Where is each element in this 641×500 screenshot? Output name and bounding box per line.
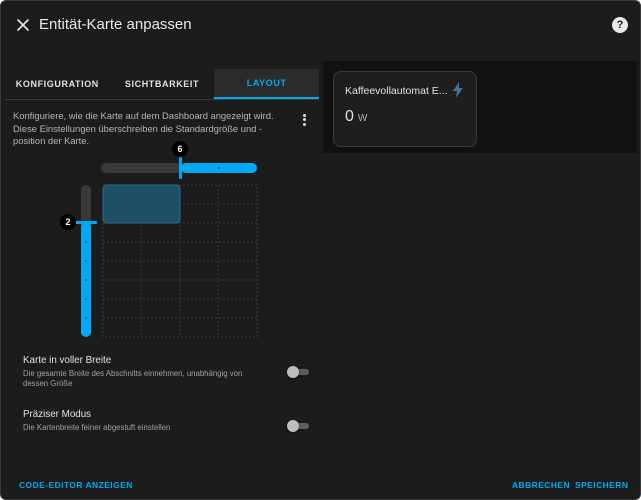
width-value-badge: 6 xyxy=(172,141,188,157)
precise-mode-switch[interactable] xyxy=(287,420,309,432)
tab-bar: KONFIGURATION SICHTBARKEIT LAYOUT xyxy=(5,69,320,100)
flash-icon xyxy=(453,82,463,98)
state-number: 0 xyxy=(345,108,354,125)
full-width-switch[interactable] xyxy=(287,366,309,378)
edit-card-dialog: Entität-Karte anpassen ? KONFIGURATION S… xyxy=(0,0,641,500)
more-menu-button[interactable] xyxy=(299,112,309,128)
card-size-selection[interactable] xyxy=(102,184,181,224)
width-slider-handle[interactable] xyxy=(179,157,182,179)
tab-visibility[interactable]: SICHTBARKEIT xyxy=(110,69,215,99)
precise-mode-description: Die Kartenbreite feiner abgestuft einste… xyxy=(23,423,171,432)
card-state-value: 0W xyxy=(345,108,367,126)
show-code-editor-button[interactable]: CODE-EDITOR ANZEIGEN xyxy=(19,480,133,490)
grid-svg xyxy=(75,157,258,338)
height-slider-handle[interactable] xyxy=(75,221,97,224)
dialog-header: Entität-Karte anpassen ? xyxy=(1,1,640,51)
close-icon xyxy=(17,19,29,31)
more-vert-icon xyxy=(302,113,306,117)
width-slider-dot xyxy=(218,167,220,169)
help-icon: ? xyxy=(616,19,624,31)
tab-layout[interactable]: LAYOUT xyxy=(214,69,320,99)
state-unit: W xyxy=(357,113,368,124)
dialog-title: Entität-Karte anpassen xyxy=(39,16,192,33)
full-width-title: Karte in voller Breite xyxy=(23,355,112,366)
help-button[interactable]: ? xyxy=(612,17,628,33)
height-value-badge: 2 xyxy=(60,214,76,230)
precise-mode-title: Präziser Modus xyxy=(23,409,92,420)
entity-card-preview[interactable]: Kaffeevollautomat E... 0W xyxy=(333,71,477,147)
close-button[interactable] xyxy=(13,15,33,35)
full-width-description: Die gesamte Breite des Abschnitts einneh… xyxy=(23,369,243,388)
save-button[interactable]: SPEICHERN xyxy=(575,480,628,490)
full-width-option: Karte in voller Breite Die gesamte Breit… xyxy=(23,355,313,389)
precise-mode-option: Präziser Modus Die Kartenbreite feiner a… xyxy=(23,409,313,433)
layout-grid-editor: 6 2 xyxy=(60,141,261,341)
cancel-button[interactable]: ABBRECHEN xyxy=(512,480,570,490)
card-entity-name: Kaffeevollautomat E... xyxy=(345,85,448,97)
tab-configuration[interactable]: KONFIGURATION xyxy=(5,69,110,99)
